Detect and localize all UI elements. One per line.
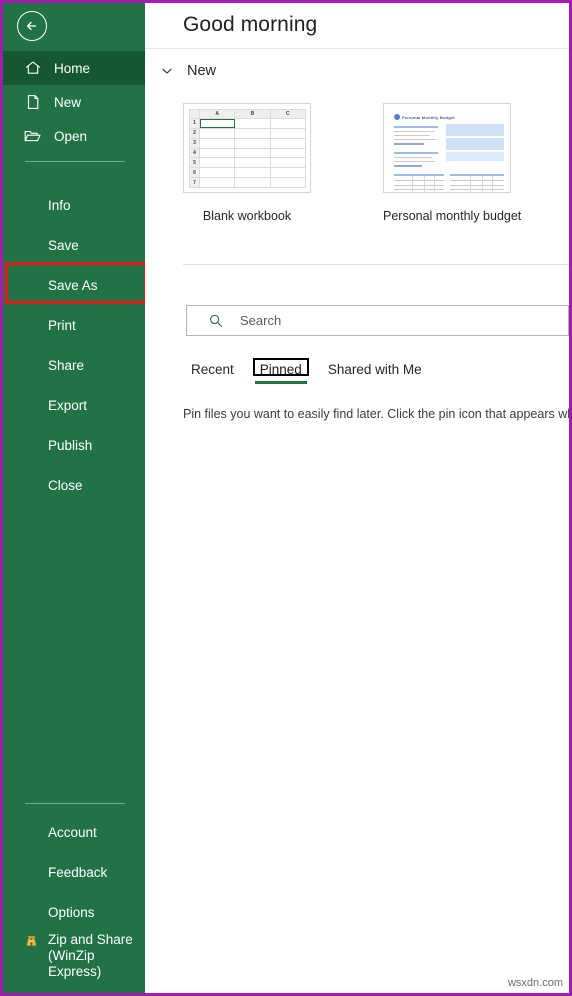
sidebar-bottom-nav: Account Feedback Options Zip and Share (… [3,795,145,980]
template-caption: Personal monthly budget [383,209,522,223]
section-divider [183,264,569,265]
winzip-icon [23,933,40,950]
sidebar-item-publish[interactable]: Publish [3,425,145,465]
sidebar-mid-nav: Info Save Save As Print Share Export Pub… [3,185,145,505]
sidebar-item-close[interactable]: Close [3,465,145,505]
sidebar-divider-top [25,161,125,162]
template-personal-monthly-budget[interactable]: Personal Monthly Budget Personal monthly… [383,103,522,223]
tab-active-underline [254,381,307,384]
backstage-sidebar: Home New Open Info Save Save As Print Sh… [3,3,147,993]
budget-logo-icon [394,114,400,120]
grid-row-header: 4 [189,147,200,159]
budget-template-preview: Personal Monthly Budget [390,110,504,192]
tab-focus-ring [252,358,309,376]
new-section-label: New [187,63,217,79]
back-arrow-icon[interactable] [17,11,47,41]
grid-col-header: C [269,109,307,119]
sidebar-item-export[interactable]: Export [3,385,145,425]
grid-row-header: 6 [189,167,200,179]
sidebar-item-label: Home [54,60,91,76]
sidebar-item-feedback[interactable]: Feedback [3,852,145,892]
pinned-empty-message: Pin files you want to easily find later.… [183,407,569,421]
greeting-bar: Good morning [145,3,569,49]
grid-col-header: A [198,109,236,119]
sidebar-item-options[interactable]: Options [3,892,145,932]
tab-shared-with-me[interactable]: Shared with Me [320,358,430,384]
sidebar-item-save-as[interactable]: Save As [3,265,145,305]
sidebar-item-label: Zip and Share (WinZip Express) [48,932,133,979]
chevron-down-icon[interactable] [159,63,175,79]
grid-row-header: 2 [189,127,200,139]
sidebar-top-nav: Home New Open [3,51,145,170]
page-title: Good morning [183,13,318,36]
sidebar-item-save[interactable]: Save [3,225,145,265]
excel-backstage-window: Home New Open Info Save Save As Print Sh… [0,0,572,996]
sidebar-item-label: Open [54,128,88,144]
spreadsheet-grid-preview: A B C 1 2 3 4 5 6 7 [189,109,307,188]
sidebar-item-print[interactable]: Print [3,305,145,345]
open-folder-icon [23,127,42,146]
sidebar-item-new[interactable]: New [3,85,145,119]
search-icon [208,313,224,329]
template-gallery: A B C 1 2 3 4 5 6 7 Blank workbook Perso… [183,103,522,223]
template-caption: Blank workbook [202,209,292,223]
sidebar-item-zip-and-share[interactable]: Zip and Share (WinZip Express) [3,932,145,980]
sidebar-item-home[interactable]: Home [3,51,145,85]
tab-recent[interactable]: Recent [183,358,242,384]
sidebar-item-open[interactable]: Open [3,119,145,153]
grid-cell-a1 [198,118,236,129]
template-blank-workbook[interactable]: A B C 1 2 3 4 5 6 7 Blank workbook [183,103,311,223]
tab-label: Shared with Me [327,362,422,377]
sidebar-divider-bottom [25,803,125,804]
search-input[interactable] [240,313,568,328]
new-document-icon [23,93,42,112]
template-thumbnail: A B C 1 2 3 4 5 6 7 [183,103,311,193]
grid-row-header: 7 [189,177,200,188]
sidebar-item-label: New [54,94,82,110]
file-list-tabs: Recent Pinned Shared with Me [183,358,430,384]
watermark: wsxdn.com [507,977,563,989]
search-bar[interactable] [186,305,569,336]
grid-row-header: 5 [189,157,200,169]
grid-col-header: B [234,109,271,119]
grid-row-header: 3 [189,137,200,149]
budget-preview-title: Personal Monthly Budget [402,115,455,120]
sidebar-item-account[interactable]: Account [3,812,145,852]
sidebar-item-share[interactable]: Share [3,345,145,385]
grid-row-header: 1 [189,118,200,129]
tab-pinned[interactable]: Pinned [252,358,310,384]
tab-label: Recent [191,362,234,377]
backstage-main: Good morning New A B C 1 2 3 4 5 6 7 Bla… [145,3,569,993]
home-icon [23,59,42,78]
sidebar-item-info[interactable]: Info [3,185,145,225]
new-section-header[interactable]: New [159,63,216,79]
template-thumbnail: Personal Monthly Budget [383,103,511,193]
